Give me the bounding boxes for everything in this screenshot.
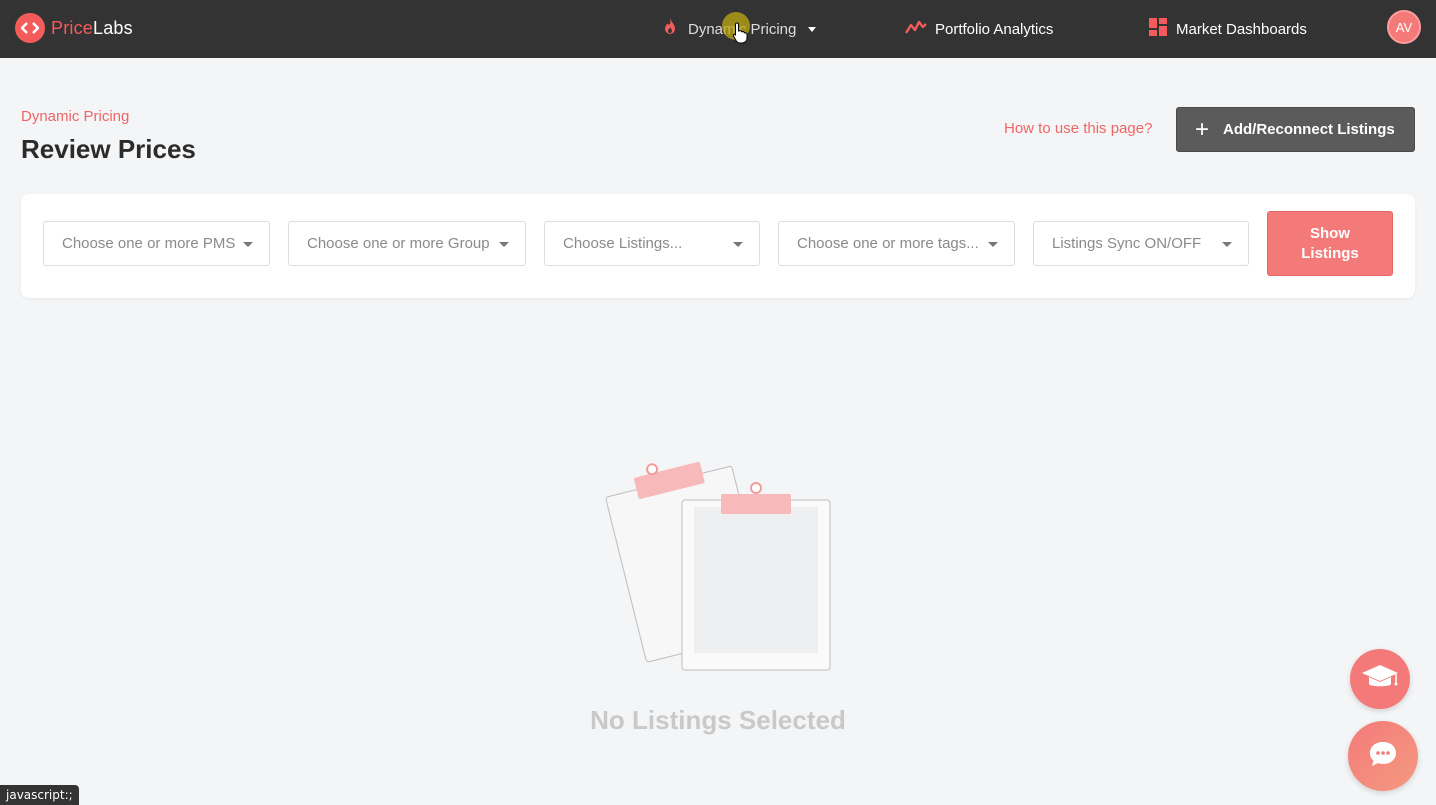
hand-cursor-icon <box>732 22 748 49</box>
brand-name: PriceLabs <box>51 17 133 38</box>
caret-down-icon <box>1222 242 1232 247</box>
academy-button[interactable] <box>1350 649 1410 709</box>
user-avatar[interactable]: AV <box>1387 10 1421 44</box>
empty-state-message: No Listings Selected <box>590 705 846 735</box>
chevron-down-icon <box>808 26 817 32</box>
nav-market-dashboards-label: Market Dashboards <box>1176 20 1307 38</box>
group-select[interactable]: Choose one or more Group <box>288 221 526 266</box>
status-bar-url: javascript:; <box>0 785 79 805</box>
listings-select-placeholder: Choose Listings... <box>563 235 683 252</box>
show-listings-label: Show Listings <box>1301 224 1359 262</box>
graduation-cap-icon <box>1360 663 1400 696</box>
chat-bubble-icon <box>1368 740 1398 773</box>
sync-select[interactable]: Listings Sync ON/OFF <box>1033 221 1249 266</box>
dashboard-grid-icon <box>1148 17 1168 41</box>
code-brackets-icon <box>15 13 45 43</box>
add-reconnect-listings-label: Add/Reconnect Listings <box>1223 121 1395 138</box>
breadcrumb[interactable]: Dynamic Pricing <box>21 108 129 125</box>
nav-portfolio-analytics-label: Portfolio Analytics <box>935 20 1054 38</box>
brand-logo[interactable]: PriceLabs <box>15 13 133 43</box>
chat-button[interactable] <box>1348 721 1418 791</box>
sync-select-placeholder: Listings Sync ON/OFF <box>1052 235 1202 252</box>
show-listings-button[interactable]: Show Listings <box>1267 211 1393 276</box>
filter-card: Choose one or more PMS Choose one or mor… <box>21 194 1415 298</box>
pms-select[interactable]: Choose one or more PMS <box>43 221 270 266</box>
tags-select-placeholder: Choose one or more tags... <box>797 235 979 252</box>
caret-down-icon <box>988 242 998 247</box>
pms-select-placeholder: Choose one or more PMS <box>62 235 236 252</box>
top-navbar: PriceLabs Dynamic Pricing Portfolio Anal… <box>0 0 1436 58</box>
nav-portfolio-analytics[interactable]: Portfolio Analytics <box>904 16 1054 42</box>
nav-market-dashboards[interactable]: Market Dashboards <box>1148 16 1307 42</box>
caret-down-icon <box>243 242 253 247</box>
add-reconnect-listings-button[interactable]: + Add/Reconnect Listings <box>1176 107 1415 152</box>
trend-line-icon <box>904 18 927 40</box>
caret-down-icon <box>499 242 509 247</box>
empty-clipboard-illustration <box>595 440 845 685</box>
flame-icon <box>660 17 680 41</box>
help-link[interactable]: How to use this page? <box>1004 120 1152 137</box>
listings-select[interactable]: Choose Listings... <box>544 221 760 266</box>
tags-select[interactable]: Choose one or more tags... <box>778 221 1015 266</box>
caret-down-icon <box>733 242 743 247</box>
group-select-placeholder: Choose one or more Group <box>307 235 490 252</box>
page-title: Review Prices <box>21 134 196 164</box>
plus-icon: + <box>1195 115 1210 143</box>
